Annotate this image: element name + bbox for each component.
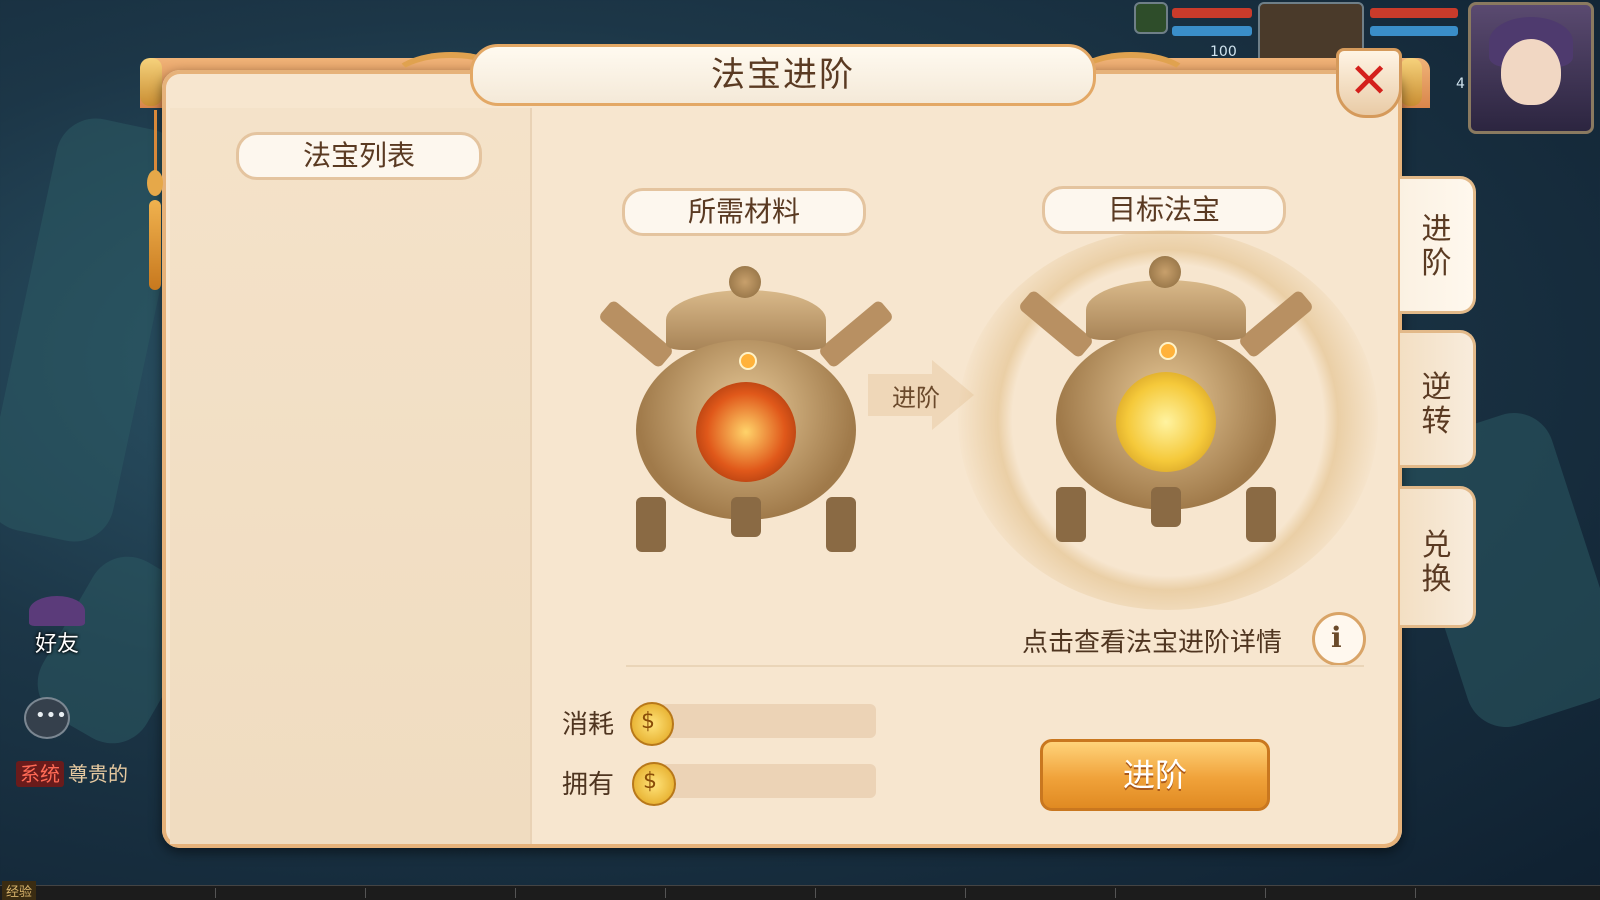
info-icon: i: [1331, 621, 1342, 654]
own-amount-field: [648, 764, 876, 798]
tab-advance[interactable]: 进 阶: [1400, 176, 1476, 314]
chat-icon: •••: [35, 705, 67, 726]
pet-mp-bar: [1370, 26, 1458, 36]
tab-advance-label-1: 进: [1421, 212, 1452, 247]
system-chat-line: 系统 尊贵的: [16, 758, 128, 787]
advance-details-link[interactable]: 点击查看法宝进阶详情: [1022, 622, 1282, 659]
tassel-ornament: [147, 110, 163, 290]
friends-button[interactable]: 好友: [22, 596, 92, 658]
consume-amount-field: [648, 704, 876, 738]
exp-bar: [0, 885, 1600, 900]
pet-hp-bar: [1370, 8, 1458, 18]
hat-icon: [29, 596, 85, 626]
gold-coin-icon: $: [630, 702, 674, 746]
close-button[interactable]: ✕: [1336, 48, 1402, 118]
tab-exchange[interactable]: 兑 换: [1400, 486, 1476, 628]
avatar-face: [1501, 39, 1561, 105]
material-treasure-icon[interactable]: [596, 262, 896, 562]
system-message: 尊贵的: [68, 762, 128, 786]
mp-bar: [1172, 26, 1252, 36]
gold-coin-icon: $: [632, 762, 676, 806]
advance-button[interactable]: 进阶: [1040, 739, 1270, 811]
section-divider: [626, 665, 1364, 667]
left-pillar: [140, 58, 162, 106]
right-pillar: [1400, 58, 1422, 106]
dialog-title: 法宝进阶: [470, 44, 1096, 106]
tab-reverse-label-2: 转: [1421, 404, 1452, 439]
hud-map-icon[interactable]: [1134, 2, 1168, 34]
golden-orb: [1116, 372, 1216, 472]
hud-level-number-2: 4: [1456, 76, 1465, 92]
target-treasure-icon[interactable]: [1016, 252, 1316, 552]
chat-button[interactable]: •••: [24, 697, 70, 739]
close-icon: ✕: [1349, 53, 1390, 109]
player-avatar[interactable]: [1468, 2, 1594, 134]
target-header: 目标法宝: [1042, 186, 1286, 234]
exp-label: 经验: [2, 881, 37, 900]
advance-arrow-label: 进阶: [892, 384, 940, 412]
system-tag: 系统: [16, 761, 64, 787]
tab-reverse[interactable]: 逆 转: [1400, 330, 1476, 468]
fire-orb: [696, 382, 796, 482]
tab-exchange-label-1: 兑: [1421, 528, 1452, 563]
friends-label: 好友: [34, 632, 79, 657]
tab-exchange-label-2: 换: [1421, 562, 1452, 597]
consume-label: 消耗: [562, 710, 615, 740]
treasure-list-panel: [170, 108, 530, 844]
hp-bar: [1172, 8, 1252, 18]
own-label: 拥有: [562, 770, 615, 800]
materials-header: 所需材料: [622, 188, 866, 236]
treasure-list-header: 法宝列表: [236, 132, 482, 180]
tab-reverse-label-1: 逆: [1421, 370, 1452, 405]
info-button[interactable]: i: [1312, 612, 1366, 666]
panel-divider: [530, 108, 532, 844]
tab-advance-label-2: 阶: [1421, 246, 1452, 281]
